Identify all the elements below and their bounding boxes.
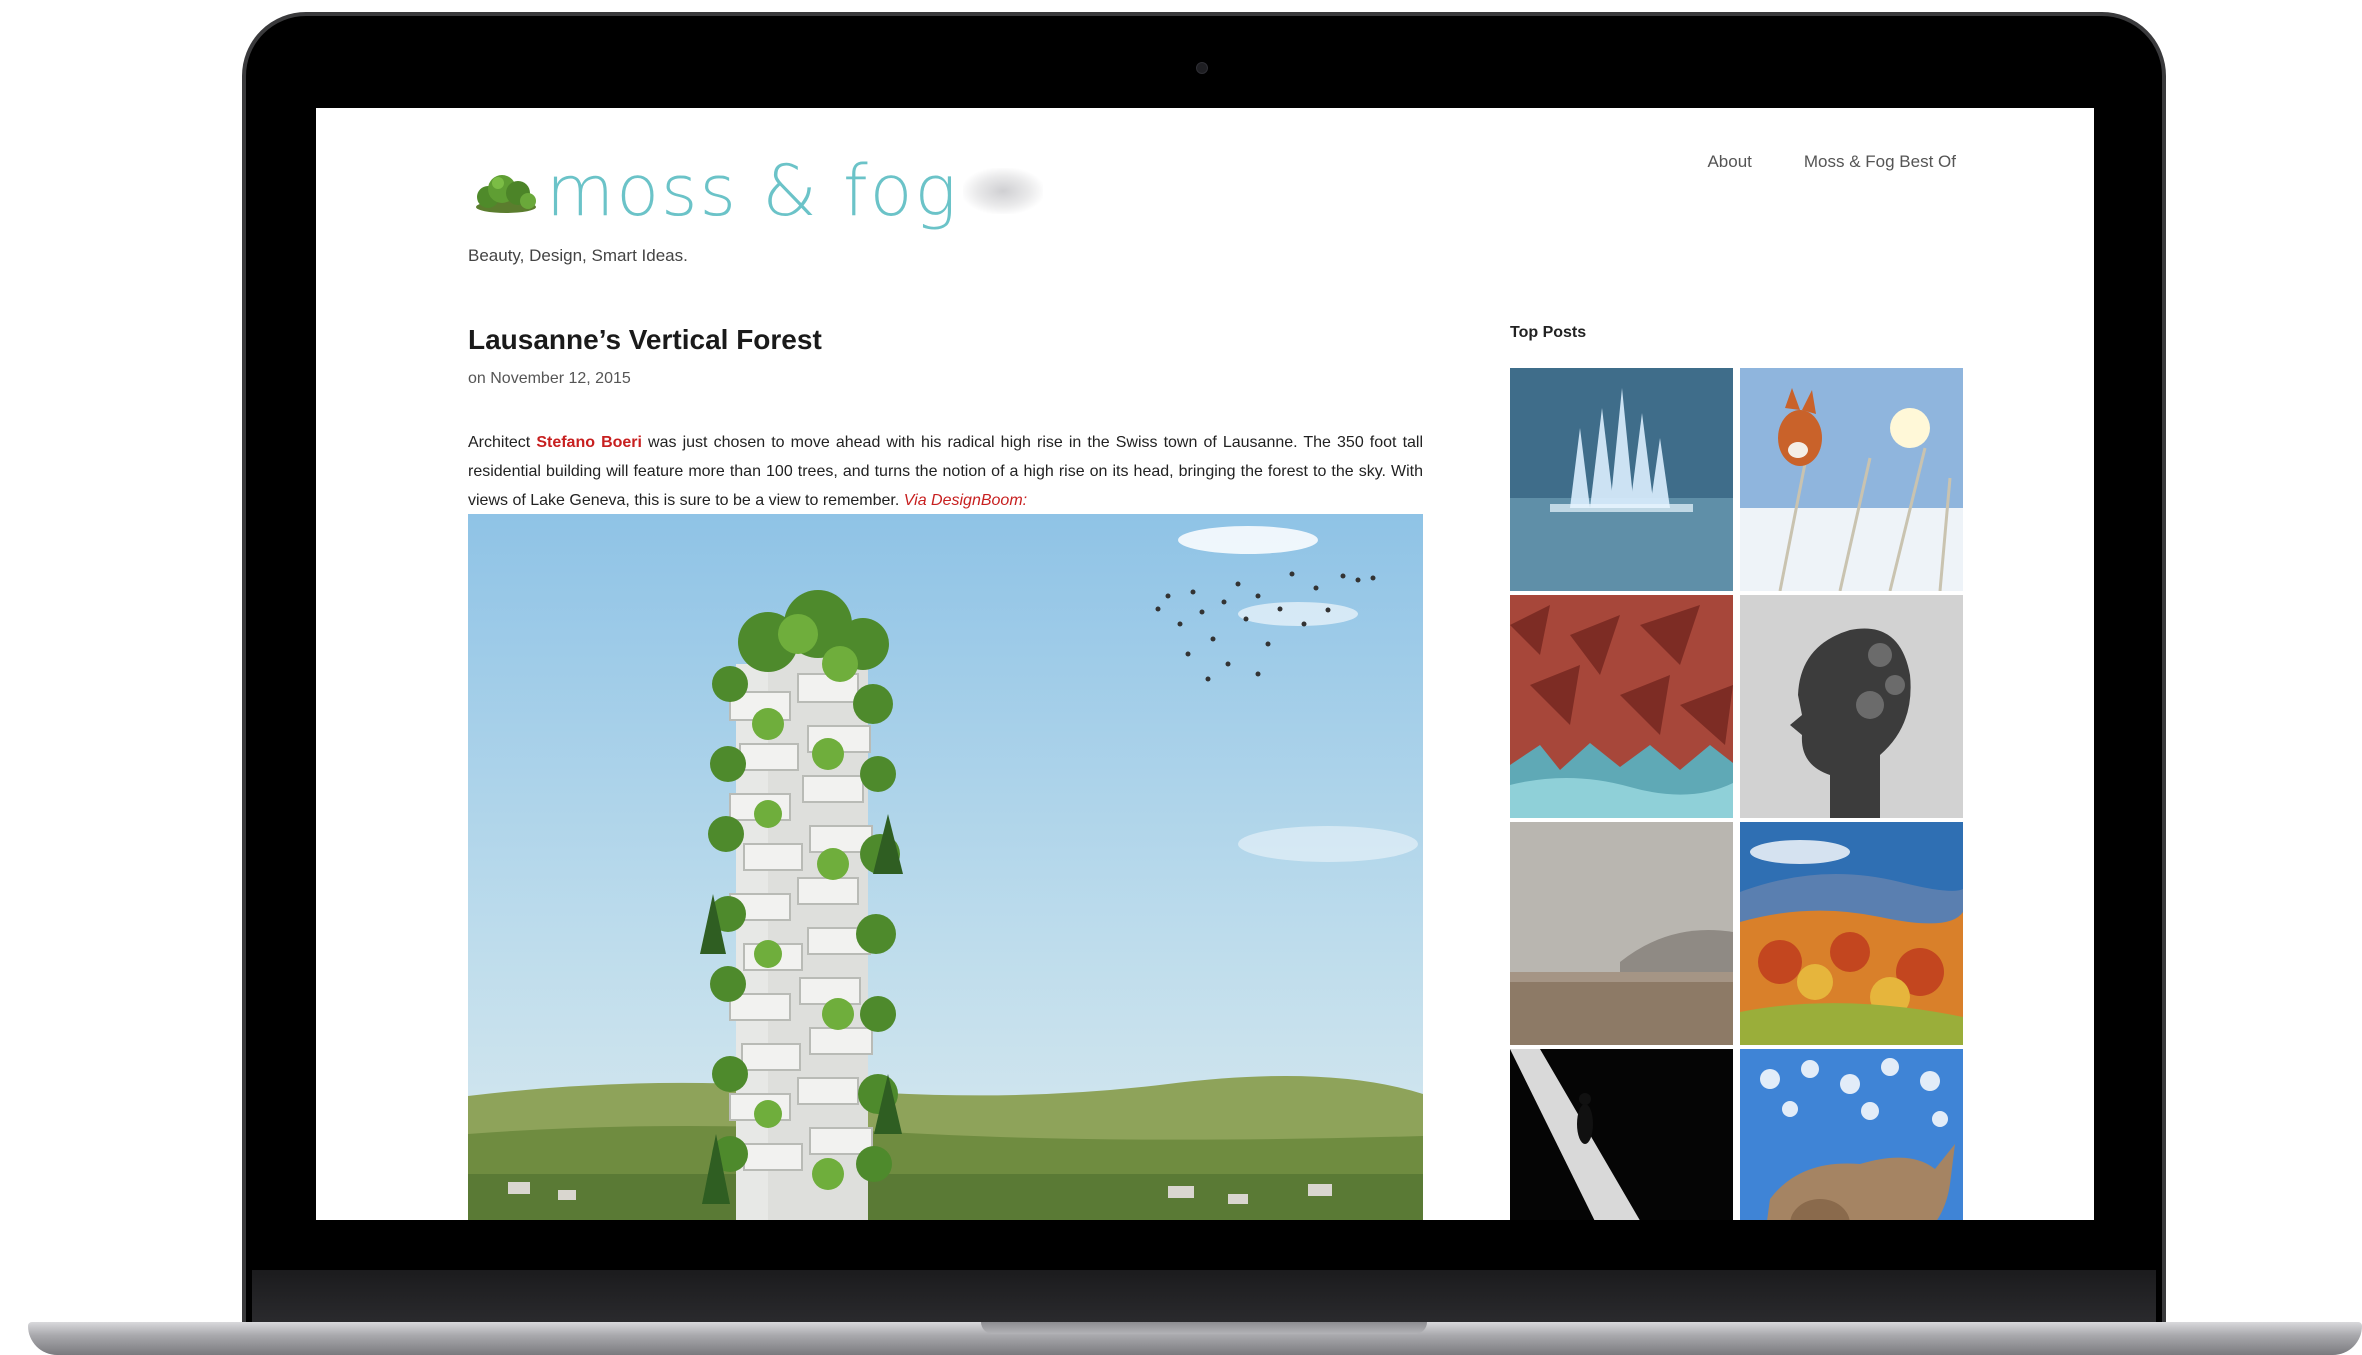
foggy-beach-thumbnail[interactable] xyxy=(1510,822,1733,1045)
site-tagline: Beauty, Design, Smart Ideas. xyxy=(468,246,688,265)
post-body-intro: Architect xyxy=(468,434,537,451)
nav-best-of-link[interactable]: Moss & Fog Best Of xyxy=(1804,152,1956,172)
top-nav: About Moss & Fog Best Of xyxy=(1707,152,1956,172)
road-shadow-thumbnail[interactable] xyxy=(1510,1049,1733,1220)
sidebar-title: Top Posts xyxy=(1510,324,1587,341)
double-exposure-profile-thumbnail[interactable] xyxy=(1740,595,1963,818)
top-posts-grid xyxy=(1510,368,1963,1220)
post-date: on November 12, 2015 xyxy=(468,370,631,387)
browser-screen: moss & fog Beauty, Design, Smart Ideas. … xyxy=(316,108,2094,1220)
autumn-valley-thumbnail[interactable] xyxy=(1740,822,1963,1045)
camera-icon xyxy=(1196,62,1208,74)
rhino-sky-thumbnail[interactable] xyxy=(1740,1049,1963,1220)
fox-in-snow-thumbnail[interactable] xyxy=(1740,368,1963,591)
moss-bush-icon xyxy=(474,169,538,213)
post-hero-image xyxy=(468,514,1423,1220)
fog-cloud-icon xyxy=(962,168,1043,214)
via-designboom-link[interactable]: Via DesignBoom: xyxy=(904,492,1027,509)
nav-about-link[interactable]: About xyxy=(1707,152,1751,172)
post-body: Architect Stefano Boeri was just chosen … xyxy=(468,428,1423,515)
ice-crystal-thumbnail[interactable] xyxy=(1510,368,1733,591)
site-logo[interactable]: moss & fog xyxy=(474,156,1043,226)
laptop-chin xyxy=(252,1270,2156,1322)
red-dunes-thumbnail[interactable] xyxy=(1510,595,1733,818)
logo-text: moss & fog xyxy=(546,150,959,232)
architect-link[interactable]: Stefano Boeri xyxy=(536,434,642,451)
laptop-base-notch xyxy=(981,1322,1427,1334)
post-title[interactable]: Lausanne’s Vertical Forest xyxy=(468,324,822,356)
